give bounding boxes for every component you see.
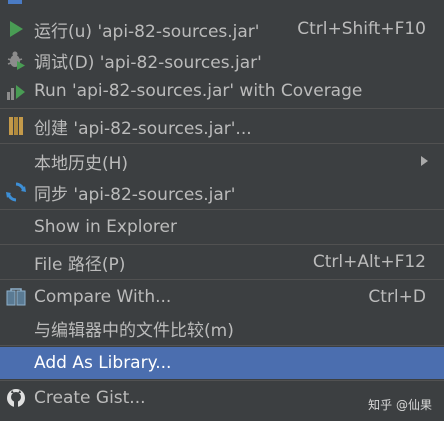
menu-separator (0, 143, 444, 144)
menu-separator (0, 108, 444, 109)
coverage-icon (5, 80, 27, 102)
watermark: 知乎 @仙果 (368, 398, 432, 412)
menu-item-label: File 路径(P) (34, 254, 126, 275)
menu-item-synchronize[interactable]: 同步 'api-82-sources.jar' (0, 176, 444, 208)
submenu-arrow-icon (421, 156, 428, 166)
menu-item-label: 本地历史(H) (34, 153, 129, 174)
debug-icon (5, 49, 27, 71)
run-icon (5, 18, 27, 40)
menu-item-label: Create Gist... (34, 388, 146, 408)
sync-icon (5, 181, 27, 203)
menu-item-label: 调试(D) 'api-82-sources.jar' (34, 52, 262, 73)
menu-item-local-history[interactable]: 本地历史(H) (0, 145, 444, 177)
menu-item-label: Run 'api-82-sources.jar' with Coverage (34, 81, 363, 101)
menu-item-show-in-explorer[interactable]: Show in Explorer (0, 211, 444, 243)
menu-separator (0, 380, 444, 381)
menu-item-add-as-library[interactable]: Add As Library... (0, 347, 444, 379)
menu-item-run[interactable]: 运行(u) 'api-82-sources.jar' Ctrl+Shift+F1… (0, 13, 444, 45)
github-icon (5, 387, 27, 409)
menu-item-create-config[interactable]: 创建 'api-82-sources.jar'... (0, 110, 444, 142)
menu-item-debug[interactable]: 调试(D) 'api-82-sources.jar' (0, 44, 444, 76)
menu-item-label: 创建 'api-82-sources.jar'... (34, 118, 252, 139)
menu-item-shortcut: Ctrl+Shift+F10 (297, 19, 426, 39)
menu-separator (0, 209, 444, 210)
menu-separator (0, 244, 444, 245)
menu-item-compare-with-editor[interactable]: 与编辑器中的文件比较(m) (0, 312, 444, 344)
top-stub-icon (8, 0, 22, 4)
menu-separator (0, 279, 444, 280)
menu-item-run-with-coverage[interactable]: Run 'api-82-sources.jar' with Coverage (0, 75, 444, 107)
create-config-icon (5, 115, 27, 137)
menu-separator (0, 345, 444, 346)
menu-item-label: 与编辑器中的文件比较(m) (34, 320, 234, 341)
menu-item-label: Compare With... (34, 287, 172, 307)
compare-icon (5, 286, 27, 308)
menu-item-label: 运行(u) 'api-82-sources.jar' (34, 21, 260, 42)
menu-item-shortcut: Ctrl+Alt+F12 (312, 252, 426, 272)
menu-item-shortcut: Ctrl+D (368, 287, 426, 307)
menu-top-edge (0, 0, 444, 6)
menu-item-label: Show in Explorer (34, 217, 177, 237)
menu-item-label: Add As Library... (34, 353, 172, 373)
menu-item-label: 同步 'api-82-sources.jar' (34, 184, 236, 205)
context-menu: 运行(u) 'api-82-sources.jar' Ctrl+Shift+F1… (0, 0, 444, 421)
menu-item-compare-with[interactable]: Compare With... Ctrl+D (0, 281, 444, 313)
menu-item-file-path[interactable]: File 路径(P) Ctrl+Alt+F12 (0, 246, 444, 278)
